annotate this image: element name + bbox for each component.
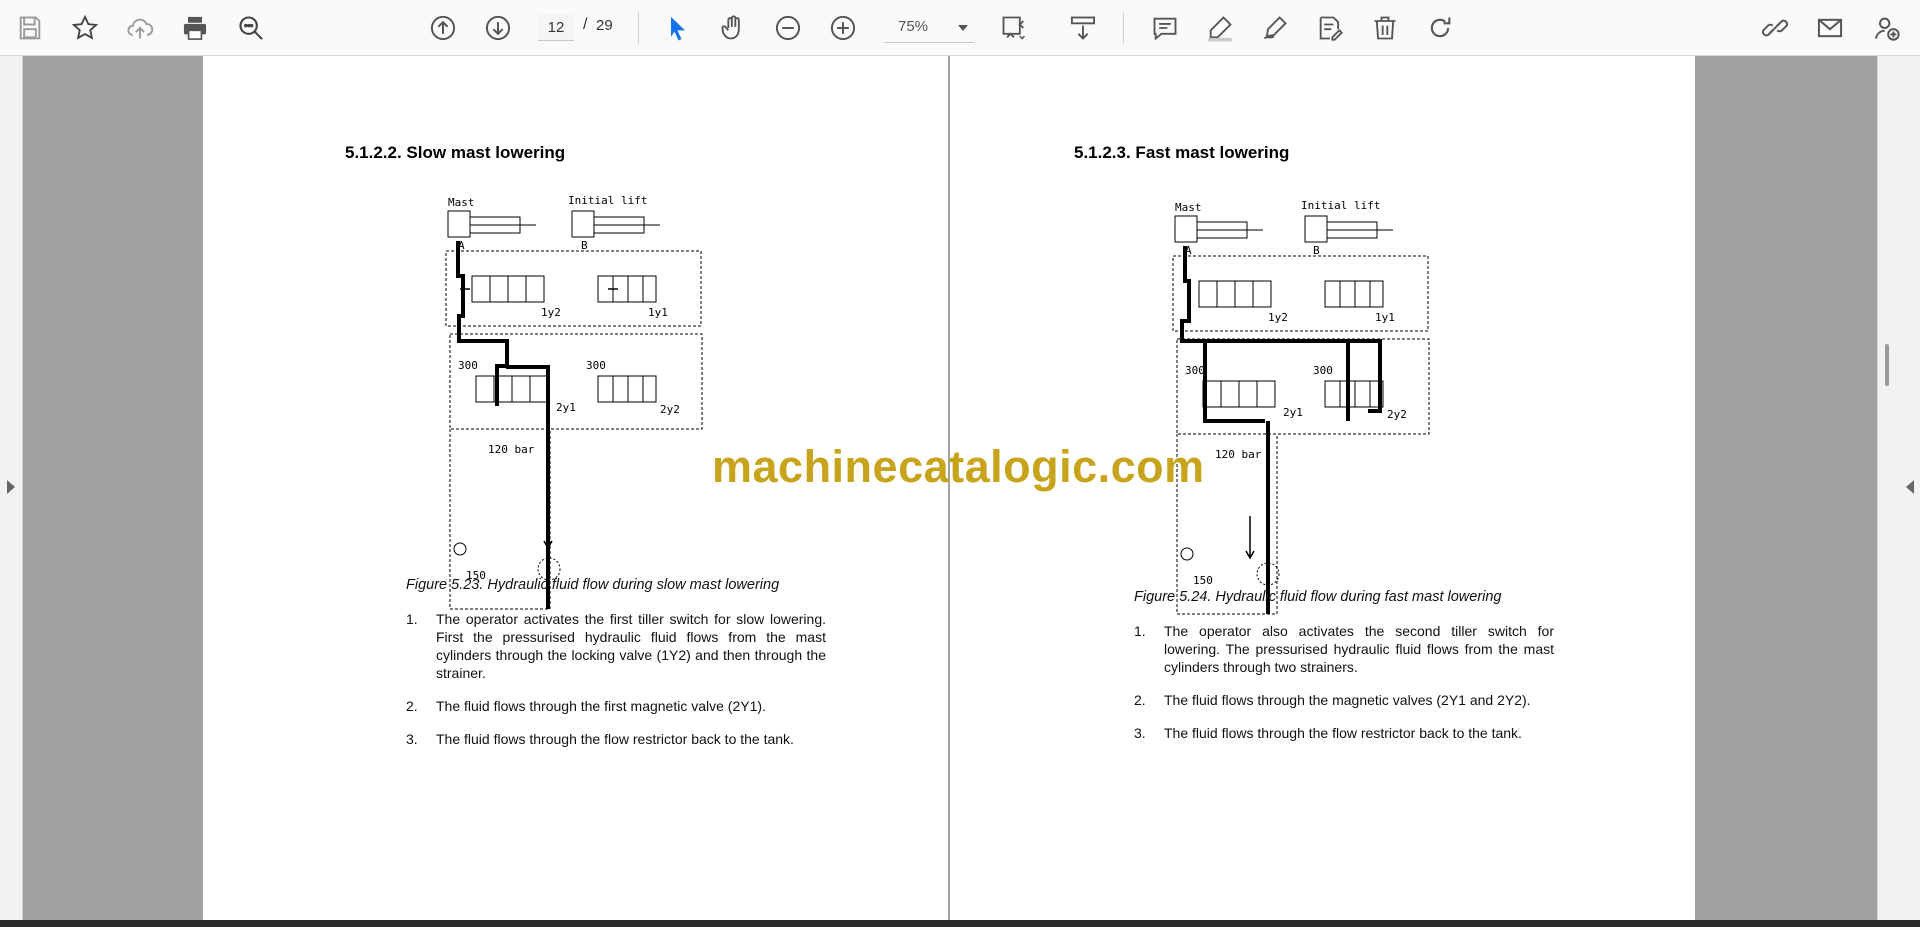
hydraulic-diagram: Mast Initial lift A B 1y2 1y1 300 300 2y… — [1157, 196, 1445, 616]
list-item: 3. The fluid flows through the flow restr… — [1134, 724, 1554, 742]
diagram-label-p1: 300 — [1185, 364, 1205, 377]
chevron-down-icon — [958, 25, 968, 31]
section-heading: 5.1.2.3. Fast mast lowering — [1074, 143, 1290, 162]
diagram-label-mast: Mast — [448, 196, 475, 209]
redo-icon[interactable] — [1422, 10, 1458, 46]
upload-cloud-icon[interactable] — [122, 10, 158, 46]
diagram-label-b: B — [581, 239, 588, 252]
print-icon[interactable] — [177, 10, 213, 46]
add-user-icon[interactable] — [1869, 10, 1905, 46]
diagram-label-v1: 1y2 — [1268, 311, 1288, 324]
toolbar-divider — [1123, 12, 1124, 44]
expand-right-icon[interactable] — [1906, 480, 1914, 494]
page-total: 29 — [596, 17, 613, 34]
list-item: 3. The fluid flows through the flow restr… — [406, 730, 826, 748]
step-text: The fluid flows through the magnetic val… — [1164, 692, 1531, 708]
expand-left-icon[interactable] — [7, 480, 15, 494]
email-icon[interactable] — [1812, 10, 1848, 46]
watermark: machinecatalogic.com — [712, 441, 1205, 492]
diagram-label-v4: 2y2 — [1387, 408, 1407, 421]
diagram-label-initial-lift: Initial lift — [1301, 199, 1380, 212]
step-text: The fluid flows through the flow restric… — [436, 731, 794, 747]
diagram-label-p3: 150 — [1193, 574, 1213, 587]
diagram-label-v4: 2y2 — [660, 403, 680, 416]
step-text: The fluid flows through the flow restric… — [1164, 725, 1522, 741]
hydraulic-diagram: Mast Initial lift A B 1y2 1y1 300 300 2y… — [430, 191, 718, 611]
page-number-input[interactable] — [538, 14, 574, 41]
step-list: 1. The operator activates the first tille… — [406, 610, 826, 763]
step-number: 1. — [406, 611, 418, 627]
select-cursor-icon[interactable] — [660, 10, 696, 46]
scrollbar-thumb[interactable] — [1885, 344, 1889, 386]
save-icon[interactable] — [12, 10, 48, 46]
page-down-icon[interactable] — [480, 10, 516, 46]
fit-page-icon[interactable] — [996, 10, 1032, 46]
step-number: 1. — [1134, 623, 1146, 639]
highlight-icon[interactable] — [1202, 10, 1238, 46]
page-separator: / — [583, 16, 588, 33]
step-text: The fluid flows through the first magnet… — [436, 698, 766, 714]
list-item: 1. The operator also activates the second… — [1134, 622, 1554, 676]
diagram-label-bar: 120 bar — [1215, 448, 1262, 461]
share-link-icon[interactable] — [1757, 10, 1793, 46]
list-item: 2. The fluid flows through the first magn… — [406, 697, 826, 715]
section-heading: 5.1.2.2. Slow mast lowering — [345, 143, 566, 162]
diagram-label-v2: 1y1 — [648, 306, 668, 319]
diagram-label-v3: 2y1 — [556, 401, 576, 414]
zoom-out-icon[interactable] — [770, 10, 806, 46]
diagram-label-v3: 2y1 — [1283, 406, 1303, 419]
scroll-mode-icon[interactable] — [1065, 10, 1101, 46]
step-number: 3. — [1134, 725, 1146, 741]
step-text: The operator also activates the second t… — [1164, 623, 1554, 675]
diagram-label-v2: 1y1 — [1375, 311, 1395, 324]
hand-icon[interactable] — [715, 10, 751, 46]
step-number: 2. — [1134, 692, 1146, 708]
delete-icon[interactable] — [1367, 10, 1403, 46]
step-text: The operator activates the first tiller … — [436, 611, 826, 681]
zoom-select[interactable]: 75% — [884, 14, 974, 43]
figure-caption: Figure 5.23. Hydraulic fluid flow during… — [406, 577, 780, 593]
toolbar: / 29 75% — [0, 0, 1920, 56]
diagram-label-p2: 300 — [586, 359, 606, 372]
comment-icon[interactable] — [1147, 10, 1183, 46]
figure-caption: Figure 5.24. Hydraulic fluid flow during… — [1134, 589, 1502, 605]
bookmark-star-icon[interactable] — [67, 10, 103, 46]
search-zoom-icon[interactable] — [233, 10, 269, 46]
toolbar-divider — [638, 12, 639, 44]
diagram-label-mast: Mast — [1175, 201, 1202, 214]
draw-icon[interactable] — [1257, 10, 1293, 46]
diagram-label-p1: 300 — [458, 359, 478, 372]
step-number: 2. — [406, 698, 418, 714]
list-item: 2. The fluid flows through the magnetic v… — [1134, 691, 1554, 709]
diagram-label-initial-lift: Initial lift — [568, 194, 647, 207]
scrollbar[interactable] — [1883, 60, 1891, 915]
page-up-icon[interactable] — [425, 10, 461, 46]
diagram-label-b: B — [1313, 244, 1320, 257]
zoom-value: 75% — [898, 18, 929, 35]
step-number: 3. — [406, 731, 418, 747]
list-item: 1. The operator activates the first tille… — [406, 610, 826, 682]
step-list: 1. The operator also activates the second… — [1134, 622, 1554, 757]
zoom-in-icon[interactable] — [825, 10, 861, 46]
diagram-label-p2: 300 — [1313, 364, 1333, 377]
diagram-label-bar: 120 bar — [488, 443, 535, 456]
edit-text-icon[interactable] — [1312, 10, 1348, 46]
bottom-bar — [0, 920, 1920, 927]
diagram-label-v1: 1y2 — [541, 306, 561, 319]
